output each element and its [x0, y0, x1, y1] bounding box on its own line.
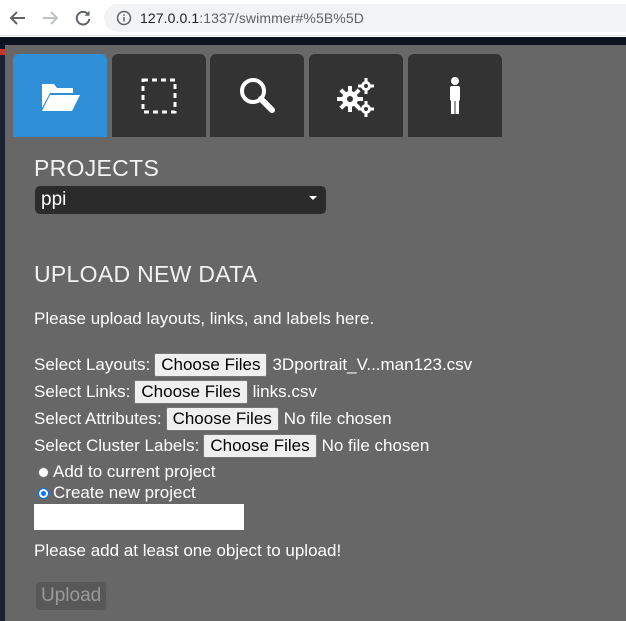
create-new-project-option[interactable]: Create new project	[38, 483, 196, 503]
arrow-right-icon	[43, 11, 59, 25]
links-file-name: links.csv	[252, 382, 317, 401]
select-layouts-row: Select Layouts: Choose Files 3Dportrait_…	[34, 353, 472, 377]
tab-bar	[5, 45, 503, 137]
url-text: 127.0.0.1:1337/swimmer#%5B%5D	[140, 10, 364, 26]
info-icon[interactable]	[116, 10, 132, 26]
arrow-left-icon	[9, 11, 25, 25]
url-host: 127.0.0.1	[140, 10, 200, 26]
projects-heading: PROJECTS	[34, 155, 160, 181]
select-links-row: Select Links: Choose Files links.csv	[34, 380, 317, 404]
choose-cluster-labels-button[interactable]: Choose Files	[203, 434, 317, 458]
tab-selection[interactable]	[112, 54, 206, 137]
project-select-value: ppi	[41, 189, 67, 210]
tab-person[interactable]	[408, 54, 502, 137]
forward-button[interactable]	[39, 7, 61, 29]
upload-button[interactable]: Upload	[36, 582, 107, 610]
reload-icon	[75, 10, 91, 26]
reload-button[interactable]	[72, 7, 94, 29]
upload-instructions: Please upload layouts, links, and labels…	[34, 309, 375, 328]
folder-open-icon	[42, 83, 80, 111]
create-new-project-label: Create new project	[53, 483, 196, 502]
chevron-down-icon	[309, 196, 317, 200]
new-project-name-input[interactable]	[34, 504, 244, 530]
back-button[interactable]	[7, 7, 29, 29]
tab-projects[interactable]	[13, 54, 107, 137]
tab-settings[interactable]	[309, 54, 403, 137]
select-layouts-label: Select Layouts:	[34, 355, 151, 374]
search-icon	[240, 77, 275, 113]
add-to-current-project-option[interactable]: Add to current project	[38, 462, 216, 482]
layouts-file-name: 3Dportrait_V...man123.csv	[272, 355, 473, 374]
browser-toolbar: 127.0.0.1:1337/swimmer#%5B%5D	[0, 0, 626, 36]
select-links-label: Select Links:	[34, 382, 131, 401]
person-icon	[450, 76, 460, 114]
select-attributes-row: Select Attributes: Choose Files No file …	[34, 407, 392, 431]
choose-layouts-button[interactable]: Choose Files	[154, 353, 268, 377]
dashed-selection-icon	[141, 78, 177, 113]
cluster-labels-file-name: No file chosen	[321, 436, 430, 455]
app-canvas: PROJECTS ppi UPLOAD NEW DATA Please uplo…	[0, 37, 626, 621]
choose-links-button[interactable]: Choose Files	[134, 380, 248, 404]
choose-attributes-button[interactable]: Choose Files	[165, 407, 279, 431]
url-path: :1337/swimmer#%5B%5D	[199, 10, 364, 26]
select-attributes-label: Select Attributes:	[34, 409, 162, 428]
tab-search[interactable]	[210, 54, 304, 137]
select-cluster-labels-row: Select Cluster Labels: Choose Files No f…	[34, 434, 429, 458]
upload-heading: UPLOAD NEW DATA	[34, 261, 258, 287]
upload-warning: Please add at least one object to upload…	[34, 541, 342, 560]
select-cluster-labels-label: Select Cluster Labels:	[34, 436, 200, 455]
add-to-current-project-label: Add to current project	[53, 462, 216, 481]
add-to-current-project-radio[interactable]	[38, 466, 49, 478]
project-select[interactable]: ppi	[35, 186, 326, 214]
create-new-project-radio[interactable]	[38, 487, 49, 499]
control-panel: PROJECTS ppi UPLOAD NEW DATA Please uplo…	[5, 45, 626, 621]
address-bar[interactable]: 127.0.0.1:1337/swimmer#%5B%5D	[104, 4, 626, 32]
gears-icon	[337, 77, 374, 117]
attributes-file-name: No file chosen	[283, 409, 392, 428]
